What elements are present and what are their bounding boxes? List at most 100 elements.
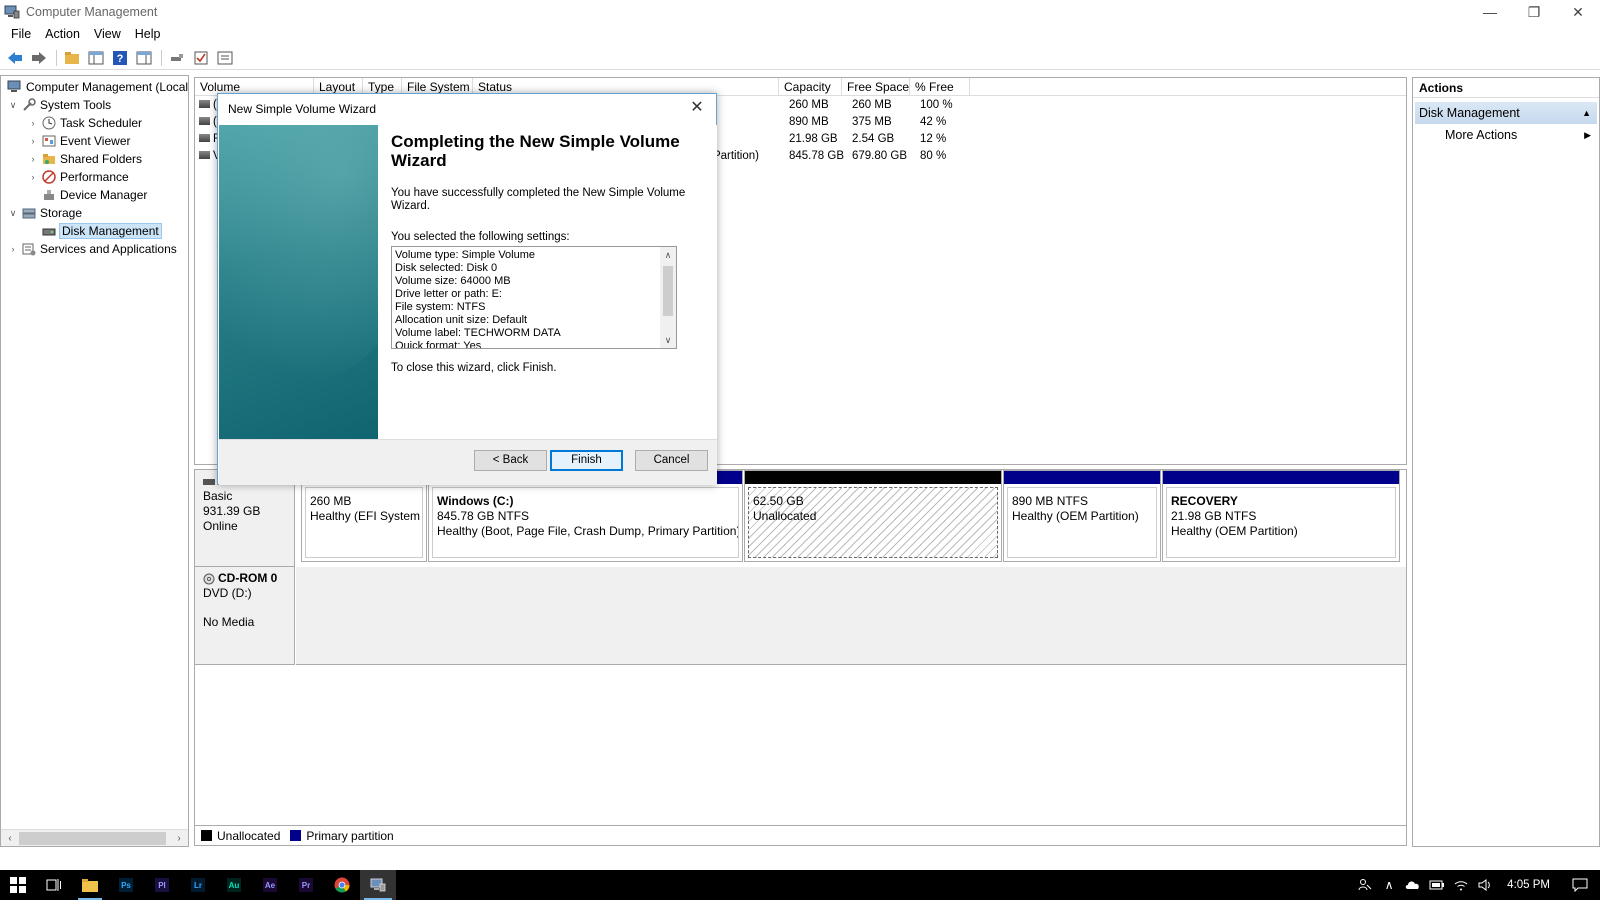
menu-view[interactable]: View bbox=[87, 27, 128, 41]
volume-icon bbox=[199, 151, 210, 159]
tree-item-task-scheduler[interactable]: › Task Scheduler bbox=[27, 114, 143, 132]
settings-vertical-scrollbar[interactable]: ∧ ∨ bbox=[660, 247, 676, 348]
properties-icon[interactable] bbox=[214, 48, 236, 68]
list-item: Volume label: TECHWORM DATA bbox=[395, 327, 561, 339]
chevron-right-icon[interactable]: › bbox=[27, 172, 39, 182]
column-header-free-space[interactable]: Free Space bbox=[842, 78, 910, 96]
taskbar-chrome[interactable] bbox=[324, 870, 360, 900]
show-hide-action-pane-icon[interactable] bbox=[133, 48, 155, 68]
tree-horizontal-scrollbar[interactable]: ‹ › bbox=[1, 829, 188, 846]
chevron-right-icon[interactable]: › bbox=[27, 154, 39, 164]
taskbar-app-5[interactable]: Pr bbox=[288, 870, 324, 900]
cdrom-icon bbox=[203, 573, 215, 585]
chevron-down-icon[interactable]: ∨ bbox=[7, 208, 19, 219]
tree-item-services-and-applications[interactable]: › Services and Applications bbox=[7, 240, 177, 258]
partition-body: 890 MB NTFS Healthy (OEM Partition) bbox=[1007, 487, 1157, 558]
list-item: File system: NTFS bbox=[395, 301, 486, 313]
taskbar-app-1[interactable]: Pl bbox=[144, 870, 180, 900]
chevron-right-icon[interactable]: › bbox=[27, 136, 39, 146]
clock-icon bbox=[41, 115, 57, 131]
menu-file[interactable]: File bbox=[4, 27, 38, 41]
disk-state: Online bbox=[203, 519, 238, 533]
cancel-button[interactable]: Cancel bbox=[635, 450, 708, 471]
start-button[interactable] bbox=[0, 870, 36, 900]
back-button[interactable]: < Back bbox=[474, 450, 547, 471]
tree-item-device-manager[interactable]: Device Manager bbox=[39, 186, 147, 204]
chevron-right-icon[interactable]: › bbox=[7, 244, 19, 254]
notification-icon[interactable] bbox=[1560, 870, 1600, 900]
connect-icon[interactable] bbox=[166, 48, 188, 68]
onedrive-icon[interactable] bbox=[1401, 870, 1425, 900]
taskbar-computer-management[interactable] bbox=[360, 870, 396, 900]
tree-item-disk-management[interactable]: Disk Management bbox=[39, 222, 162, 240]
tree-item-system-tools[interactable]: ∨ System Tools bbox=[7, 96, 111, 114]
computer-management-icon bbox=[4, 5, 20, 19]
scroll-left-icon[interactable]: ‹ bbox=[3, 833, 17, 844]
tree-item-event-viewer[interactable]: › Event Viewer bbox=[27, 132, 131, 150]
battery-icon[interactable] bbox=[1425, 870, 1449, 900]
new-simple-volume-wizard-dialog: New Simple Volume Wizard ✕ Completing th… bbox=[217, 93, 717, 485]
more-actions-item[interactable]: More Actions ▶ bbox=[1413, 124, 1599, 146]
restore-button[interactable]: ❐ bbox=[1512, 0, 1556, 24]
people-icon[interactable] bbox=[1353, 870, 1377, 900]
chevron-up-icon[interactable]: ∧ bbox=[1377, 870, 1401, 900]
checklist-icon[interactable] bbox=[190, 48, 212, 68]
folder-icon bbox=[82, 879, 98, 892]
chevron-right-icon[interactable]: › bbox=[27, 118, 39, 128]
au-icon: Au bbox=[226, 877, 242, 893]
collapse-up-icon[interactable]: ▲ bbox=[1582, 102, 1591, 124]
chrome-icon bbox=[334, 877, 350, 893]
tree-item-performance[interactable]: › Performance bbox=[27, 168, 129, 186]
tree-item-computer-management[interactable]: Computer Management (Local bbox=[5, 78, 188, 96]
volume-icon[interactable] bbox=[1473, 870, 1497, 900]
column-header-capacity[interactable]: Capacity bbox=[779, 78, 842, 96]
dialog-title: New Simple Volume Wizard bbox=[228, 102, 377, 116]
taskbar-app-4[interactable]: Ae bbox=[252, 870, 288, 900]
wizard-heading: Completing the New Simple Volume Wizard bbox=[391, 132, 680, 170]
minimize-button[interactable]: — bbox=[1468, 0, 1512, 24]
cdrom-area[interactable] bbox=[296, 567, 1406, 665]
taskbar-app-3[interactable]: Au bbox=[216, 870, 252, 900]
chevron-up-icon[interactable]: ∧ bbox=[660, 247, 676, 263]
list-item: Allocation unit size: Default bbox=[395, 314, 528, 326]
computer-management-icon bbox=[370, 878, 386, 892]
scroll-right-icon[interactable]: › bbox=[172, 833, 186, 844]
forward-arrow-icon[interactable] bbox=[28, 48, 50, 68]
cdrom-0-label[interactable]: CD-ROM 0 DVD (D:) No Media bbox=[195, 567, 295, 665]
partition-oem[interactable]: 890 MB NTFS Healthy (OEM Partition) bbox=[1003, 470, 1161, 562]
settings-summary-list[interactable]: Volume type: Simple Volume Disk selected… bbox=[391, 246, 677, 349]
menu-help[interactable]: Help bbox=[128, 27, 168, 41]
tree-item-shared-folders[interactable]: › Shared Folders bbox=[27, 150, 143, 168]
performance-icon bbox=[41, 169, 57, 185]
clock[interactable]: 4:05 PM bbox=[1497, 879, 1560, 891]
chevron-down-icon[interactable]: ∨ bbox=[660, 332, 676, 348]
tree-item-storage[interactable]: ∨ Storage bbox=[7, 204, 82, 222]
help-icon[interactable]: ? bbox=[109, 48, 131, 68]
taskbar-app-2[interactable]: Lr bbox=[180, 870, 216, 900]
column-header-percent-free[interactable]: % Free bbox=[910, 78, 970, 96]
storage-icon bbox=[21, 205, 37, 221]
task-view-button[interactable] bbox=[36, 870, 72, 900]
event-viewer-icon bbox=[41, 133, 57, 149]
prelude-icon: Pl bbox=[154, 877, 170, 893]
show-hide-console-tree-icon[interactable] bbox=[85, 48, 107, 68]
legend-swatch bbox=[290, 830, 302, 841]
close-button[interactable]: ✕ bbox=[1556, 0, 1600, 24]
menu-action[interactable]: Action bbox=[38, 27, 87, 41]
actions-section-disk-management[interactable]: Disk Management ▲ bbox=[1415, 102, 1597, 124]
partition-unallocated[interactable]: 62.50 GB Unallocated bbox=[744, 470, 1002, 562]
taskbar-app-0[interactable]: Ps bbox=[108, 870, 144, 900]
wifi-icon[interactable] bbox=[1449, 870, 1473, 900]
taskbar-file-explorer[interactable] bbox=[72, 870, 108, 900]
partition-recovery[interactable]: RECOVERY 21.98 GB NTFS Healthy (OEM Part… bbox=[1162, 470, 1400, 562]
toolbar: ? bbox=[0, 46, 1600, 70]
disk-type: Basic bbox=[203, 489, 233, 503]
scrollbar-thumb[interactable] bbox=[663, 266, 673, 316]
chevron-down-icon[interactable]: ∨ bbox=[7, 100, 19, 111]
scrollbar-thumb[interactable] bbox=[19, 831, 166, 845]
up-folder-icon[interactable] bbox=[61, 48, 83, 68]
back-arrow-icon[interactable] bbox=[4, 48, 26, 68]
finish-button[interactable]: Finish bbox=[550, 450, 623, 471]
list-item: Quick format: Yes bbox=[395, 340, 482, 349]
close-icon[interactable]: ✕ bbox=[684, 96, 710, 120]
